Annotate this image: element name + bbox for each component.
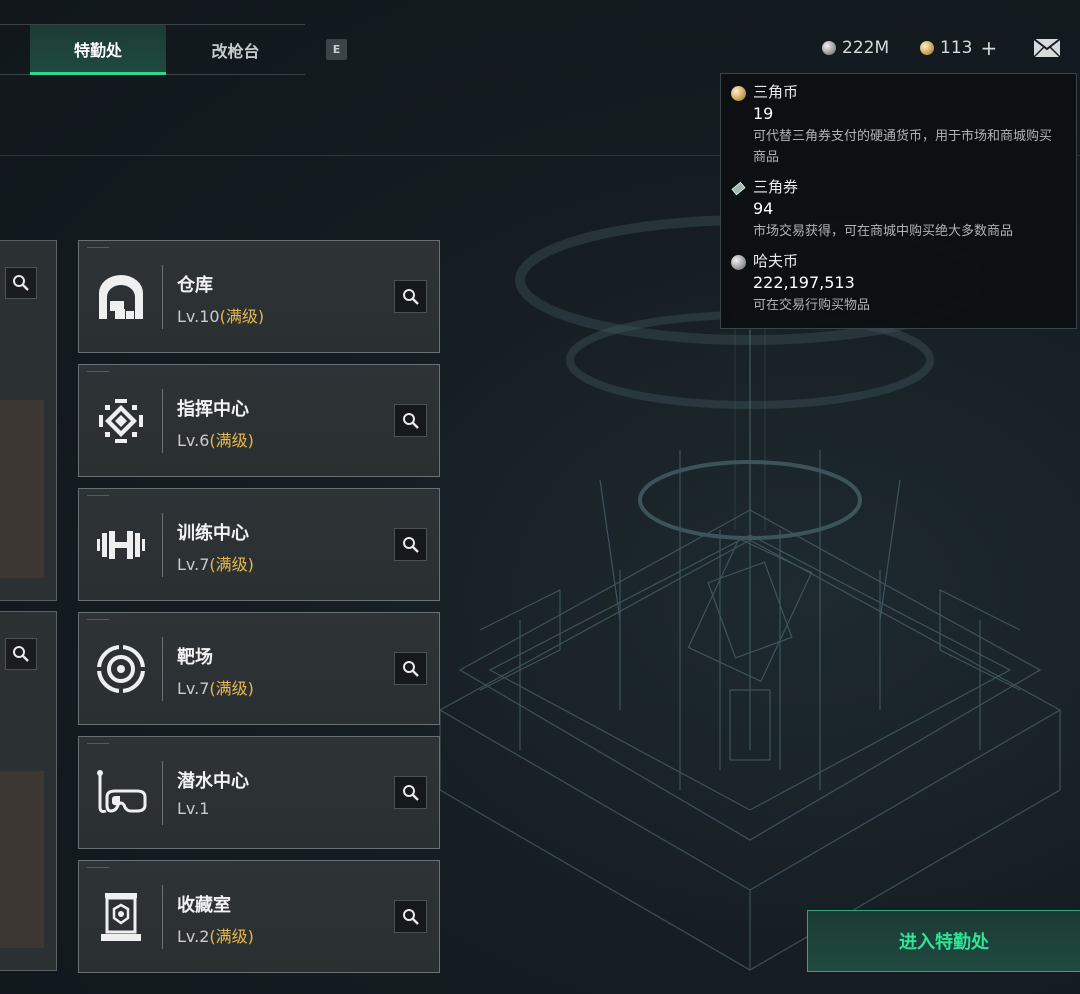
triangle-amount: 113 (940, 38, 973, 58)
target-icon (97, 645, 145, 693)
tooltip-value: 19 (753, 104, 774, 123)
magnifier-icon (402, 784, 419, 801)
max-level-tag: (满级) (209, 555, 254, 574)
facility-level: Lv.7(满级) (177, 675, 254, 699)
search-button[interactable] (5, 638, 37, 670)
level-text: Lv.10 (177, 307, 220, 326)
haf-coin-icon (822, 41, 836, 55)
facility-card-training-center[interactable]: 训练中心 Lv.7(满级) (78, 488, 440, 601)
card-decoration (87, 247, 109, 250)
card-decoration (87, 619, 109, 622)
tooltip-desc: 可代替三角券支付的硬通货币，用于市场和商城购买商品 (753, 129, 1053, 165)
max-level-tag: (满级) (209, 431, 254, 450)
facility-name: 收藏室 (177, 895, 231, 916)
magnifier-icon (13, 646, 29, 662)
tooltip-name: 三角券 (753, 178, 799, 196)
level-text: Lv.7 (177, 679, 210, 698)
facility-name: 靶场 (177, 647, 213, 668)
facility-level: Lv.7(满级) (177, 551, 254, 575)
tooltip-value: 94 (753, 199, 774, 218)
left-panel-card[interactable] (0, 240, 57, 601)
tooltip-item-triangle-voucher: 三角券 94 市场交易获得，可在商城中购买绝大多数商品 (731, 177, 1064, 242)
left-card-image (0, 400, 44, 578)
search-button[interactable] (394, 404, 427, 437)
haf-coin-icon (731, 255, 746, 270)
left-panel-card[interactable] (0, 611, 57, 971)
facility-card-command-center[interactable]: 指挥中心 Lv.6(满级) (78, 364, 440, 477)
top-tab-bar: 特勤处 改枪台 (0, 24, 305, 75)
facility-card-collection-room[interactable]: 收藏室 Lv.2(满级) (78, 860, 440, 973)
search-button[interactable] (394, 776, 427, 809)
card-decoration (87, 743, 109, 746)
magnifier-icon (402, 660, 419, 677)
currency-haf[interactable]: 222M (822, 36, 889, 60)
currency-triangle[interactable]: 113 + (920, 36, 997, 60)
level-text: Lv.2 (177, 927, 210, 946)
level-text: Lv.7 (177, 555, 210, 574)
level-text: Lv.6 (177, 431, 210, 450)
search-button[interactable] (394, 652, 427, 685)
search-button[interactable] (394, 280, 427, 313)
tooltip-desc: 可在交易行购买物品 (753, 298, 871, 313)
search-button[interactable] (394, 528, 427, 561)
diving-mask-icon (97, 770, 147, 813)
max-level-tag: (满级) (209, 927, 254, 946)
command-center-icon (99, 399, 143, 443)
magnifier-icon (402, 288, 419, 305)
max-level-tag: (满级) (219, 307, 265, 326)
tooltip-desc: 市场交易获得，可在商城中购买绝大多数商品 (753, 224, 1014, 239)
search-button[interactable] (394, 900, 427, 933)
max-level-tag: (满级) (209, 679, 254, 698)
card-decoration (87, 371, 109, 374)
card-divider (162, 389, 163, 453)
facility-card-warehouse[interactable]: 仓库 Lv.10(满级) (78, 240, 440, 353)
tooltip-name: 哈夫币 (753, 252, 799, 270)
tab-special-ops[interactable]: 特勤处 (30, 25, 166, 75)
facility-card-shooting-range[interactable]: 靶场 Lv.7(满级) (78, 612, 440, 725)
left-card-image (0, 771, 44, 948)
search-button[interactable] (5, 267, 37, 299)
tab-previous[interactable] (0, 25, 30, 75)
magnifier-icon (402, 908, 419, 925)
tooltip-item-triangle-coin: 三角币 19 可代替三角券支付的硬通货币，用于市场和商城购买商品 (731, 82, 1064, 168)
card-divider (162, 761, 163, 825)
add-currency-button[interactable]: + (980, 36, 997, 60)
currency-tooltip: 三角币 19 可代替三角券支付的硬通货币，用于市场和商城购买商品 三角券 94 … (720, 73, 1077, 329)
card-divider (162, 885, 163, 949)
tooltip-value: 222,197,513 (753, 273, 855, 292)
card-divider (162, 265, 163, 329)
warehouse-icon (99, 275, 143, 319)
level-text: Lv.1 (177, 799, 210, 818)
tooltip-name: 三角币 (753, 83, 799, 101)
card-decoration (87, 495, 109, 498)
card-decoration (87, 867, 109, 870)
facility-level: Lv.6(满级) (177, 427, 254, 451)
mail-icon[interactable] (1033, 38, 1061, 58)
haf-amount: 222M (842, 38, 890, 58)
facility-card-diving-center[interactable]: 潜水中心 Lv.1 (78, 736, 440, 849)
facility-level: Lv.2(满级) (177, 923, 254, 947)
facility-level: Lv.10(满级) (177, 303, 264, 327)
display-case-icon (101, 893, 141, 941)
facility-name: 仓库 (177, 275, 213, 296)
facility-name: 潜水中心 (177, 771, 249, 792)
card-divider (162, 637, 163, 701)
tab-gunsmith[interactable]: 改枪台 (166, 25, 305, 75)
magnifier-icon (13, 275, 29, 291)
facility-level: Lv.1 (177, 799, 209, 818)
facility-name: 指挥中心 (177, 399, 249, 420)
enter-special-ops-button[interactable]: 进入特勤处 (807, 910, 1080, 972)
magnifier-icon (402, 536, 419, 553)
dumbbell-icon (97, 531, 145, 559)
facility-name: 训练中心 (177, 523, 249, 544)
triangle-coin-icon (920, 41, 934, 55)
key-hint-e: E (326, 39, 347, 60)
triangle-coin-icon (731, 86, 746, 101)
card-divider (162, 513, 163, 577)
tooltip-item-haf-coin: 哈夫币 222,197,513 可在交易行购买物品 (731, 251, 1064, 316)
voucher-icon (731, 181, 746, 196)
magnifier-icon (402, 412, 419, 429)
